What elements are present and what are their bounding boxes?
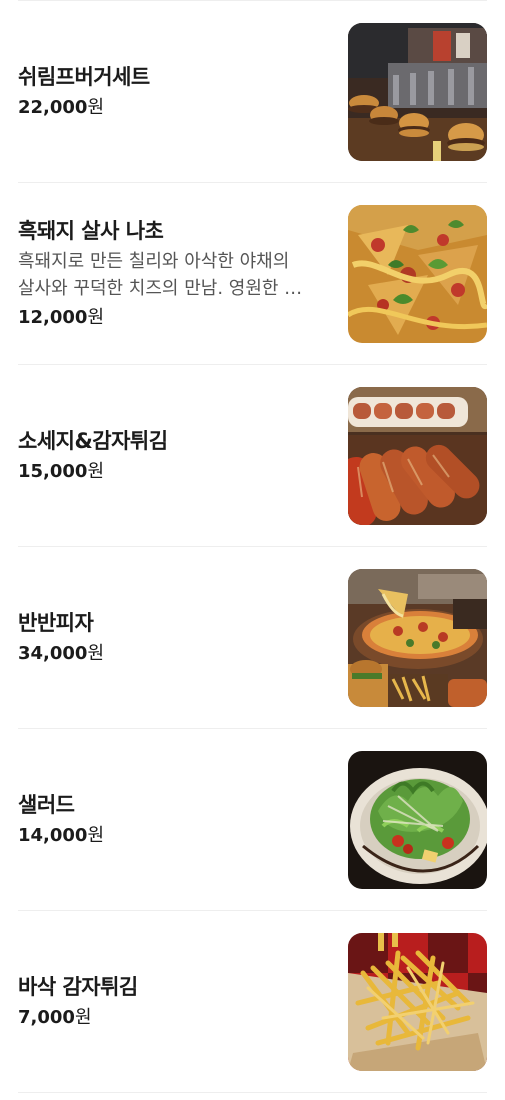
pizza-photo <box>348 568 487 707</box>
menu-item-crispy-fries[interactable]: 바삭 감자튀김 7,000원 <box>18 911 487 1093</box>
menu-item-thumbnail[interactable] <box>348 22 487 161</box>
description-line: 살사와 꾸덕한 치즈의 만남. 영원한 … <box>18 278 303 299</box>
menu-item-description: 흑돼지로 만든 칠리와 아삭한 야채의 살사와 꾸덕한 치즈의 만남. 영원한 … <box>18 248 323 302</box>
price-value: 15,000 <box>18 461 88 482</box>
menu-item-price: 34,000원 <box>18 641 324 667</box>
price-value: 14,000 <box>18 825 88 846</box>
menu-item-name: 샐러드 <box>18 793 75 817</box>
price-value: 34,000 <box>18 643 88 664</box>
price-currency: 원 <box>87 461 105 482</box>
menu-item-price: 22,000원 <box>18 95 324 121</box>
menu-item-shrimp-burger-set[interactable]: 쉬림프버거세트 22,000원 <box>18 1 487 183</box>
menu-item-thumbnail[interactable] <box>348 750 487 889</box>
menu-item-name: 흑돼지 살사 나초 <box>18 219 164 243</box>
fries-photo <box>348 932 487 1071</box>
price-currency: 원 <box>87 643 105 664</box>
sausage-photo <box>348 386 487 525</box>
menu-item-price: 15,000원 <box>18 459 324 485</box>
menu-item-name: 바삭 감자튀김 <box>18 975 138 999</box>
price-value: 12,000 <box>18 307 88 328</box>
menu-item-thumbnail[interactable] <box>348 932 487 1071</box>
price-currency: 원 <box>87 97 105 118</box>
menu-item-text: 소세지&감자튀김 15,000원 <box>18 426 348 485</box>
menu-item-text: 반반피자 34,000원 <box>18 608 348 667</box>
menu-list: 쉬림프버거세트 22,000원 흑돼지 살사 나초 흑돼지로 만든 칠리와 아삭… <box>0 1 505 1093</box>
menu-item-text: 샐러드 14,000원 <box>18 790 348 849</box>
menu-item-text: 쉬림프버거세트 22,000원 <box>18 62 348 121</box>
menu-item-price: 14,000원 <box>18 823 324 849</box>
menu-item-price: 7,000원 <box>18 1005 324 1031</box>
menu-item-text: 바삭 감자튀김 7,000원 <box>18 972 348 1031</box>
price-value: 22,000 <box>18 97 88 118</box>
menu-item-salad[interactable]: 샐러드 14,000원 <box>18 729 487 911</box>
menu-item-text: 흑돼지 살사 나초 흑돼지로 만든 칠리와 아삭한 야채의 살사와 꾸덕한 치즈… <box>18 216 348 331</box>
menu-item-sausage-and-fries[interactable]: 소세지&감자튀김 15,000원 <box>18 365 487 547</box>
menu-item-thumbnail[interactable] <box>348 204 487 343</box>
shrimp-burger-photo <box>348 22 487 161</box>
menu-item-thumbnail[interactable] <box>348 386 487 525</box>
price-value: 7,000 <box>18 1007 75 1028</box>
nacho-photo <box>348 204 487 343</box>
salad-photo <box>348 750 487 889</box>
menu-item-black-pork-salsa-nachos[interactable]: 흑돼지 살사 나초 흑돼지로 만든 칠리와 아삭한 야채의 살사와 꾸덕한 치즈… <box>18 183 487 365</box>
menu-item-price: 12,000원 <box>18 305 324 331</box>
menu-item-half-half-pizza[interactable]: 반반피자 34,000원 <box>18 547 487 729</box>
description-line: 흑돼지로 만든 칠리와 아삭한 야채의 <box>18 251 290 272</box>
menu-item-thumbnail[interactable] <box>348 568 487 707</box>
menu-item-name: 반반피자 <box>18 611 94 635</box>
price-currency: 원 <box>87 825 105 846</box>
price-currency: 원 <box>74 1007 92 1028</box>
menu-item-name: 소세지&감자튀김 <box>18 429 168 453</box>
menu-item-name: 쉬림프버거세트 <box>18 65 150 89</box>
price-currency: 원 <box>87 307 105 328</box>
